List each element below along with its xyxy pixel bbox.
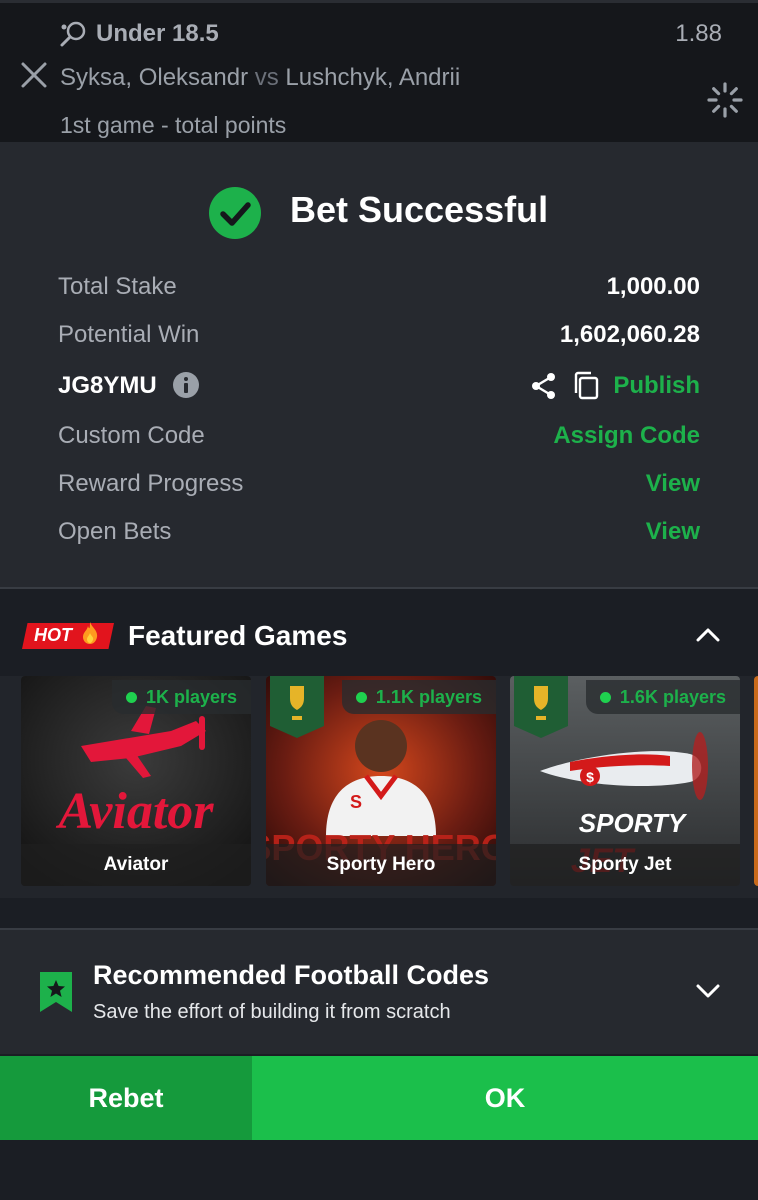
recommended-codes-section[interactable] [0, 930, 758, 1054]
recommended-title: Recommended Football Codes [93, 960, 490, 990]
assign-code-link[interactable]: Assign Code [553, 422, 700, 450]
bottom-safe-area [0, 1140, 758, 1200]
match-name: Syksa, Oleksandr vs Lushchyk, Andrii [60, 64, 460, 92]
svg-text:S: S [350, 792, 362, 812]
game-card-aviator[interactable]: Aviator 1K players Aviator [21, 676, 251, 886]
players-badge: 1.6K players [585, 680, 740, 714]
potential-win-label: Potential Win [58, 321, 200, 348]
copy-icon[interactable] [572, 371, 600, 401]
players-badge: 1K players [111, 680, 251, 714]
open-bets-label: Open Bets [58, 518, 172, 545]
ping-pong-icon [60, 21, 86, 47]
home-player: Syksa, Oleksandr [60, 64, 249, 91]
info-icon[interactable] [172, 371, 200, 399]
game-card-partial[interactable] [754, 676, 758, 886]
players-count: 1.6K players [619, 687, 726, 707]
custom-code-label: Custom Code [58, 422, 205, 449]
game-name: Aviator [21, 844, 251, 886]
svg-text:SPORTY: SPORTY [579, 808, 688, 838]
svg-text:$: $ [586, 769, 594, 785]
games-carousel[interactable]: Aviator 1K players Aviator S SPORT [0, 676, 758, 898]
selection-odds: 1.88 [675, 20, 722, 47]
potential-win-value: 1,602,060.28 [559, 321, 700, 348]
players-count: 1K players [145, 687, 237, 707]
total-stake-label: Total Stake [58, 273, 177, 300]
booking-code: JG8YMU [58, 372, 157, 399]
rebet-button[interactable]: Rebet [0, 1056, 252, 1140]
featured-games-title: Featured Games [128, 620, 348, 651]
publish-link[interactable]: Publish [613, 372, 700, 400]
hot-badge-label: HOT [34, 625, 72, 645]
svg-text:Aviator: Aviator [55, 783, 214, 840]
ok-button[interactable]: OK [252, 1056, 758, 1140]
selection-label: Under 18.5 [96, 20, 219, 47]
open-bets-view-link[interactable]: View [646, 518, 700, 546]
vs-label: vs [254, 64, 279, 91]
players-count: 1.1K players [375, 687, 482, 707]
total-stake-value: 1,000.00 [606, 273, 700, 300]
bet-selection-strip: Under 18.5 1.88 Syksa, Oleksandr vs Lush… [0, 0, 758, 142]
online-dot [355, 692, 367, 703]
game-card-sporty-jet[interactable]: $ SPORTY JET 1.6K players Sporty Jet [510, 676, 740, 886]
game-name: Sporty Jet [510, 844, 740, 886]
online-dot [125, 692, 137, 703]
away-player: Lushchyk, Andrii [285, 64, 461, 91]
chevron-down-icon[interactable] [694, 980, 722, 1002]
close-icon[interactable] [18, 59, 50, 91]
market-name: 1st game - total points [60, 112, 287, 138]
game-name: Sporty Hero [266, 844, 496, 886]
online-dot [599, 692, 611, 703]
reward-progress-label: Reward Progress [58, 470, 244, 497]
players-badge: 1.1K players [341, 680, 496, 714]
bookmark-star-icon [40, 972, 72, 1012]
reward-progress-view-link[interactable]: View [646, 470, 700, 498]
spinner-icon [707, 82, 743, 118]
game-card-sporty-hero[interactable]: S SPORTY HERO 1.1K players Sporty Hero [266, 676, 496, 886]
recommended-subtitle: Save the effort of building it from scra… [93, 1001, 451, 1023]
flame-icon [83, 622, 98, 644]
chevron-up-icon[interactable] [694, 624, 722, 646]
check-circle-icon [209, 187, 261, 239]
share-icon[interactable] [530, 372, 558, 400]
divider [0, 587, 758, 589]
success-title: Bet Successful [290, 189, 549, 230]
